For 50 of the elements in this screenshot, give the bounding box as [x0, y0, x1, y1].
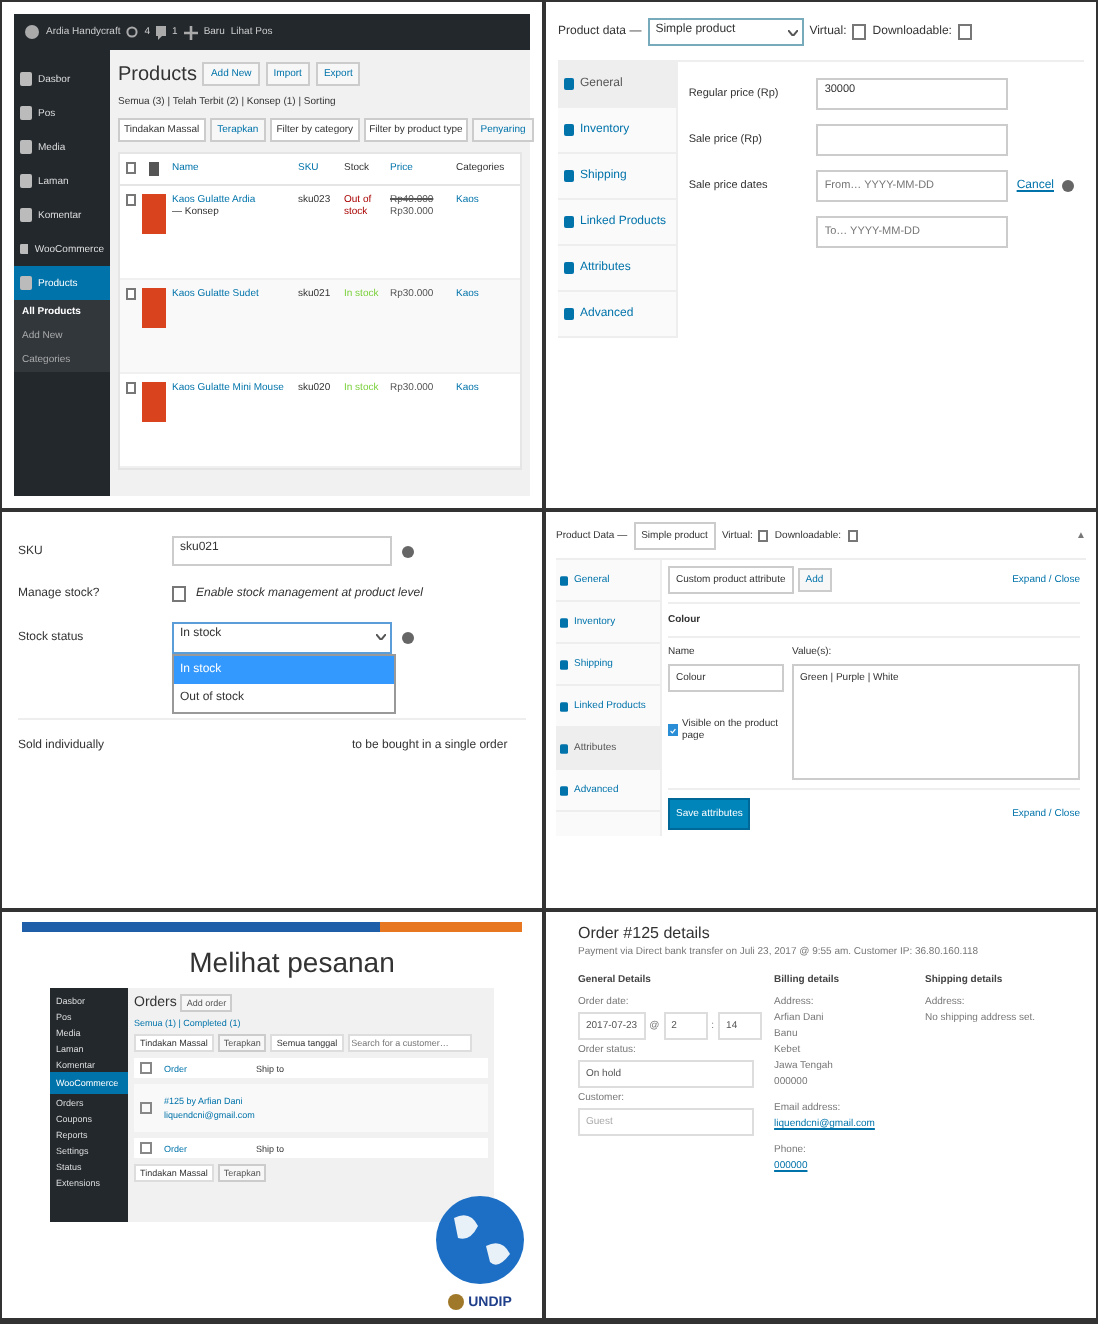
- menu-item-icon: [20, 140, 32, 154]
- menu-item-icon: [20, 106, 32, 120]
- menu-item-icon: [20, 208, 32, 222]
- product-thumbnail: [142, 288, 166, 328]
- option-checkbox[interactable]: [957, 24, 972, 40]
- slide-accent-bar: [379, 922, 522, 932]
- help-icon: [402, 545, 414, 557]
- menu-item-icon: [20, 242, 29, 256]
- help-icon: [402, 632, 414, 644]
- comment-icon: [156, 25, 167, 39]
- option-checkbox[interactable]: [852, 24, 867, 40]
- tab-icon: [560, 659, 568, 669]
- seal-icon: [448, 1294, 465, 1310]
- row-checkbox[interactable]: [126, 288, 136, 300]
- select-all-checkbox[interactable]: [140, 1142, 152, 1154]
- tab-icon: [560, 743, 568, 753]
- tab-icon: [560, 617, 568, 627]
- tab-icon: [564, 170, 574, 182]
- product-thumbnail: [142, 194, 166, 234]
- select-all-checkbox[interactable]: [140, 1062, 152, 1074]
- manage-stock-checkbox[interactable]: [172, 586, 186, 602]
- tab-icon: [560, 701, 568, 711]
- caret-icon: [787, 30, 798, 36]
- slide-title: Melihat pesanan: [187, 944, 397, 982]
- sale-price-field[interactable]: [816, 124, 1009, 156]
- order-title: Order #125 details: [578, 924, 712, 942]
- tab-icon: [564, 124, 574, 136]
- tab-icon: [560, 785, 568, 795]
- caret-icon: [376, 634, 386, 640]
- visible-checkbox[interactable]: [668, 724, 678, 736]
- tab-icon: [564, 308, 574, 320]
- check-icon: [670, 725, 676, 735]
- menu-item-icon: [20, 72, 32, 86]
- row-checkbox[interactable]: [140, 1102, 152, 1114]
- menu-item-icon: [20, 174, 32, 188]
- option-checkbox[interactable]: [847, 530, 858, 542]
- page-title: Products: [118, 63, 197, 85]
- tab-icon: [564, 262, 574, 274]
- row-checkbox[interactable]: [126, 382, 136, 394]
- select-all-checkbox[interactable]: [126, 162, 136, 174]
- tab-icon: [564, 216, 574, 228]
- row-checkbox[interactable]: [126, 194, 136, 206]
- tab-icon: [560, 575, 568, 585]
- plus-icon: [183, 25, 198, 39]
- product-thumbnail: [142, 382, 166, 422]
- tab-icon: [564, 78, 574, 90]
- help-icon: [1062, 180, 1074, 192]
- option-checkbox[interactable]: [758, 530, 769, 542]
- logo-icon: [24, 24, 40, 40]
- menu-item-icon: [20, 276, 32, 290]
